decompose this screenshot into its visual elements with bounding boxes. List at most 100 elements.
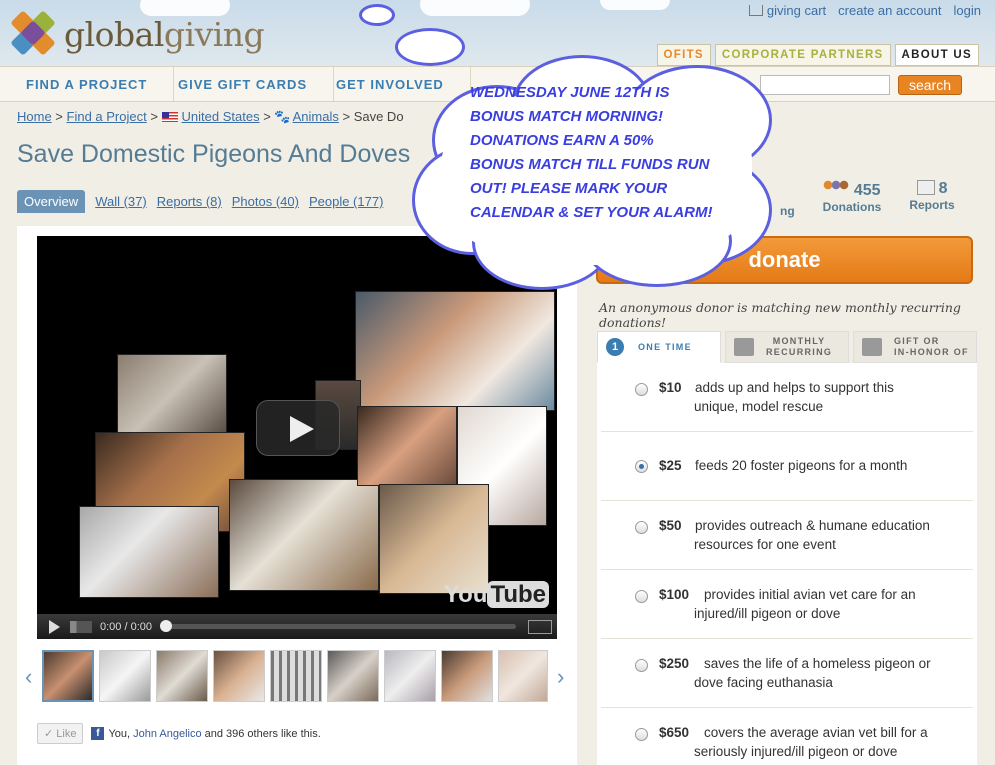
calendar-icon <box>734 338 754 356</box>
project-stats: ng 455 Donations 8 Reports <box>780 180 955 218</box>
donation-amount: $100 <box>659 587 690 602</box>
thumbs-prev-arrow-icon[interactable]: ‹ <box>25 664 32 690</box>
breadcrumb-category[interactable]: Animals <box>293 109 339 124</box>
donation-description-continued: resources for one event <box>694 537 836 552</box>
donation-radio[interactable] <box>635 383 648 396</box>
donation-options: $10 adds up and helps to support this uniq… <box>597 363 977 765</box>
create-account-link[interactable]: create an account <box>838 3 941 18</box>
stat-reports[interactable]: 8 Reports <box>909 180 955 218</box>
bonus-match-announcement: WEDNESDAY JUNE 12TH IS BONUS MATCH MORNI… <box>470 84 713 221</box>
video-player[interactable]: You Tube 0:00 / 0:00 <box>37 236 557 639</box>
page-title: Save Domestic Pigeons And Doves <box>17 140 411 168</box>
donation-description: adds up and helps to support this <box>695 380 894 395</box>
tab-people[interactable]: People (177) <box>309 191 383 212</box>
play-icon[interactable] <box>256 400 340 456</box>
breadcrumb-home[interactable]: Home <box>17 109 52 124</box>
youtube-logo[interactable]: You Tube <box>444 581 549 609</box>
account-links: giving cart create an account login <box>748 3 981 18</box>
donation-description-continued: unique, model rescue <box>694 399 824 414</box>
donation-description: feeds 20 foster pigeons for a month <box>695 458 908 473</box>
donation-amount: $250 <box>659 656 690 671</box>
tab-gift-in-honor[interactable]: GIFT OR IN-HONOR OF <box>853 331 977 363</box>
nav-find-a-project[interactable]: FIND A PROJECT <box>0 67 175 102</box>
control-play-icon[interactable] <box>49 619 60 634</box>
thumbnail[interactable] <box>213 650 265 702</box>
project-tabs: Overview Wall (37) Reports (8) Photos (4… <box>17 190 383 213</box>
video-collage-photo <box>79 506 219 598</box>
donation-radio[interactable] <box>635 659 648 672</box>
donation-amount: $25 <box>659 458 682 473</box>
login-link[interactable]: login <box>954 3 981 18</box>
video-scrubber[interactable] <box>160 620 516 632</box>
logo-text: globalgiving <box>64 14 265 54</box>
search-input[interactable] <box>760 75 890 95</box>
like-text-prefix: You, <box>108 727 131 740</box>
donation-radio[interactable] <box>635 460 648 473</box>
donation-amount: $50 <box>659 518 682 533</box>
donation-type-tabs: 1 ONE TIME MONTHLY RECURRING GIFT OR IN-HON… <box>597 331 977 363</box>
thumbnail[interactable] <box>99 650 151 702</box>
breadcrumb: Home > Find a Project > United States > … <box>17 109 404 124</box>
tab-reports[interactable]: Reports (8) <box>157 191 222 212</box>
breadcrumb-current: Save Do <box>353 109 404 124</box>
thumbnail[interactable] <box>42 650 94 702</box>
donation-option[interactable]: $50 provides outreach & humane education r… <box>601 501 973 570</box>
fullscreen-icon[interactable] <box>528 619 552 634</box>
video-controls: 0:00 / 0:00 <box>37 614 557 639</box>
like-text-suffix: and 396 others like this. <box>204 727 321 740</box>
thought-bubble-small <box>359 4 395 26</box>
donation-description: provides initial avian vet care for an <box>704 587 916 602</box>
donation-amount: $650 <box>659 725 690 740</box>
video-collage-photo <box>357 406 457 486</box>
donation-option[interactable]: $650 covers the average avian vet bill fo… <box>601 708 973 765</box>
breadcrumb-find-project[interactable]: Find a Project <box>67 109 147 124</box>
donation-description-continued: dove facing euthanasia <box>694 675 833 690</box>
video-collage-photo <box>229 479 379 591</box>
tab-monthly-recurring[interactable]: MONTHLY RECURRING <box>725 331 849 363</box>
tab-about-us[interactable]: ABOUT US <box>894 44 979 66</box>
tab-wall[interactable]: Wall (37) <box>95 191 147 212</box>
like-button[interactable]: ✓ Like <box>37 723 84 744</box>
video-collage-photo <box>117 354 227 434</box>
thumbnail[interactable] <box>270 650 322 702</box>
nav-give-gift-cards[interactable]: GIVE GIFT CARDS <box>152 67 335 102</box>
liker-name-link[interactable]: John Angelico <box>133 728 202 740</box>
donation-radio[interactable] <box>635 590 648 603</box>
thumbnail[interactable] <box>384 650 436 702</box>
donation-option[interactable]: $25 feeds 20 foster pigeons for a month <box>601 432 973 501</box>
donation-option[interactable]: $100 provides initial avian vet care for … <box>601 570 973 639</box>
thumbs-next-arrow-icon[interactable]: › <box>557 664 564 690</box>
donation-option[interactable]: $10 adds up and helps to support this uniq… <box>601 363 973 432</box>
facebook-like-row: ✓ Like f You, John Angelico and 396 othe… <box>37 723 321 744</box>
donation-description: covers the average avian vet bill for a <box>704 725 928 740</box>
search-button[interactable]: search <box>898 75 962 95</box>
report-icon <box>916 180 935 195</box>
donation-description: provides outreach & humane education <box>695 518 930 533</box>
thumbnail[interactable] <box>441 650 493 702</box>
overview-panel: You Tube 0:00 / 0:00 ‹ › ✓ Like f You, Jo… <box>17 226 577 765</box>
donation-option[interactable]: $250 saves the life of a homeless pigeon … <box>601 639 973 708</box>
stat-donations[interactable]: 455 Donations <box>823 180 881 218</box>
us-flag-icon <box>161 112 178 122</box>
tab-photos[interactable]: Photos (40) <box>232 191 299 212</box>
breadcrumb-country[interactable]: United States <box>182 109 260 124</box>
donation-radio[interactable] <box>635 728 648 741</box>
donation-radio[interactable] <box>635 521 648 534</box>
donation-amount: $10 <box>659 380 682 395</box>
cart-icon <box>748 5 763 16</box>
thumbnail[interactable] <box>498 650 548 702</box>
thumbnail[interactable] <box>156 650 208 702</box>
globalgiving-logo[interactable]: globalgiving <box>10 10 265 56</box>
video-collage-photo <box>379 484 489 594</box>
giving-cart-link[interactable]: giving cart <box>748 3 826 18</box>
video-collage-photo <box>355 291 555 411</box>
facebook-icon: f <box>91 727 105 740</box>
thumbnail[interactable] <box>327 650 379 702</box>
video-time: 0:00 / 0:00 <box>100 620 152 633</box>
tab-overview[interactable]: Overview <box>17 190 86 213</box>
matching-note: An anonymous donor is matching new month… <box>599 300 961 330</box>
donation-description-continued: seriously injured/ill pigeon or dove <box>694 744 898 759</box>
volume-icon[interactable] <box>70 620 92 633</box>
tab-one-time[interactable]: 1 ONE TIME <box>597 331 721 363</box>
scrubber-knob[interactable] <box>160 620 172 632</box>
